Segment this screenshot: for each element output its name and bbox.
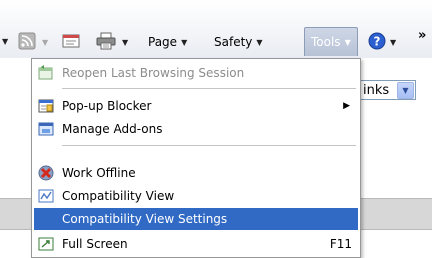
tools-dropdown-menu: Reopen Last Browsing Session Pop-up Bloc…	[31, 58, 361, 258]
feeds-button[interactable]: ▼	[14, 30, 52, 54]
reopen-session-icon	[38, 65, 54, 81]
work-offline-icon	[38, 165, 54, 181]
toolbar-overflow-chevron[interactable]: »	[418, 24, 426, 46]
menu-item-manage-addons[interactable]: Manage Add-ons	[34, 118, 358, 140]
menu-item-reopen-last-session: Reopen Last Browsing Session	[34, 62, 358, 84]
toolbar-dropdown-arrow[interactable]: ▼	[0, 30, 8, 52]
menu-item-label: Compatibility View Settings	[62, 212, 228, 226]
menu-item-compatibility-view[interactable]: Compatibility View	[34, 185, 358, 207]
feeds-icon	[18, 32, 36, 53]
tools-menu-button[interactable]: Tools ▼	[304, 27, 358, 56]
menu-item-full-screen[interactable]: Full Screen F11	[34, 233, 358, 255]
chevron-icon: »	[418, 27, 427, 43]
links-select-value: inks	[363, 82, 390, 98]
safety-menu-label: Safety	[214, 35, 253, 49]
print-icon	[96, 32, 116, 53]
page-menu-button[interactable]: Page ▼	[144, 30, 191, 54]
menu-item-popup-blocker[interactable]: Pop-up Blocker ▶	[34, 95, 358, 117]
menu-item-compatibility-view-settings[interactable]: Compatibility View Settings	[34, 208, 358, 230]
menu-item-label: Compatibility View	[62, 189, 175, 203]
menu-item-label: Pop-up Blocker	[62, 99, 152, 113]
menu-separator	[62, 88, 356, 89]
svg-text:?: ?	[374, 34, 381, 48]
menu-item-label: Full Screen	[62, 237, 128, 251]
read-mail-icon	[62, 33, 80, 52]
menu-separator	[62, 145, 356, 146]
links-select[interactable]: inks ▼	[360, 80, 416, 100]
page-menu-label: Page	[148, 35, 178, 49]
menu-item-label: Manage Add-ons	[62, 122, 163, 136]
print-button[interactable]: ▼	[92, 30, 132, 54]
menu-item-label: Reopen Last Browsing Session	[62, 66, 245, 80]
safety-menu-button[interactable]: Safety ▼	[210, 30, 267, 54]
popup-blocker-icon	[38, 98, 54, 114]
chevron-down-icon: ▼	[397, 81, 414, 99]
compatibility-view-icon	[38, 188, 54, 204]
menu-item-label: Work Offline	[62, 166, 136, 180]
submenu-arrow-icon: ▶	[343, 101, 350, 111]
menu-item-shortcut: F11	[329, 237, 352, 251]
help-icon: ?	[368, 32, 386, 53]
menu-item-work-offline[interactable]: Work Offline	[34, 162, 358, 184]
manage-addons-icon	[38, 121, 54, 137]
command-bar: ▼ ▼ ▼ Page ▼ Safety ▼ Tools ▼ ? ▼ »	[0, 0, 432, 58]
help-button[interactable]: ? ▼	[364, 30, 400, 54]
read-mail-button[interactable]	[58, 30, 84, 54]
tools-menu-label: Tools	[311, 35, 341, 49]
full-screen-icon	[38, 236, 54, 252]
